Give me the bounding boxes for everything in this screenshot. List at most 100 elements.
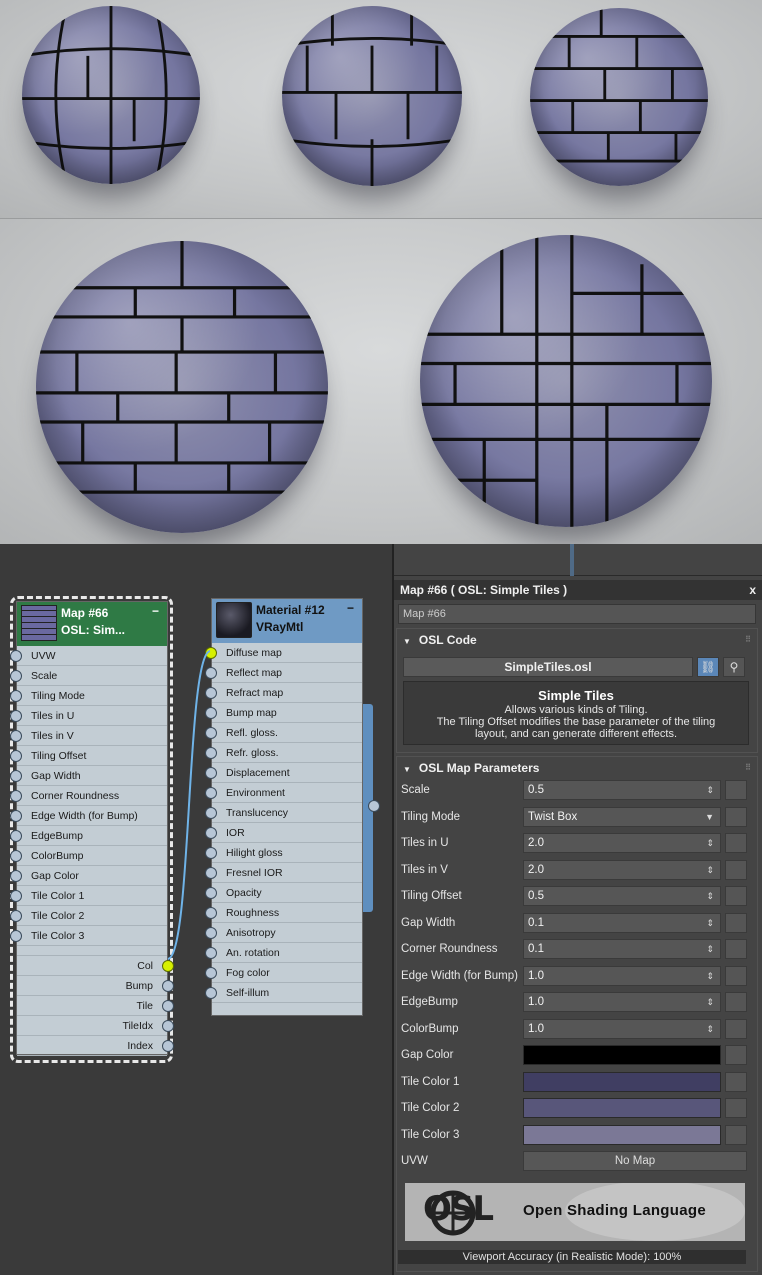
material-input-self-illum-pin[interactable]: [205, 987, 217, 999]
param-map-button-gap-width[interactable]: [725, 912, 747, 933]
map-input-uvw-pin[interactable]: [10, 650, 22, 662]
map-output-tile-pin[interactable]: [162, 1000, 174, 1012]
spinner-arrows-icon[interactable]: ⇕: [706, 887, 714, 905]
material-input-roughness[interactable]: Roughness: [205, 903, 362, 923]
param-map-button-corner-roundness[interactable]: [725, 939, 747, 959]
map-input-gap-width[interactable]: Gap Width: [10, 766, 167, 786]
map-input-tile-color-3[interactable]: Tile Color 3: [10, 926, 167, 946]
map-input-tiling-offset-pin[interactable]: [10, 750, 22, 762]
node-map-66[interactable]: Map #66 OSL: Sim... − UVW Scale Tiling Mod…: [10, 601, 174, 1056]
node-material-header[interactable]: Material #12 VRayMtl −: [212, 599, 362, 643]
close-icon[interactable]: x: [749, 580, 756, 600]
map-input-edgebump-pin[interactable]: [10, 830, 22, 842]
param-corner-roundness-spinner[interactable]: 0.1 ⇕: [523, 939, 721, 959]
material-input-refl-gloss[interactable]: Refl. gloss.: [205, 723, 362, 743]
param-tiles-in-u-spinner[interactable]: 2.0 ⇕: [523, 833, 721, 853]
material-input-self-illum[interactable]: Self-illum: [205, 983, 362, 1003]
osl-file-button[interactable]: SimpleTiles.osl: [403, 657, 693, 677]
map-output-bump[interactable]: Bump: [17, 976, 174, 996]
map-output-tileidx[interactable]: TileIdx: [17, 1016, 174, 1036]
param-map-button-tiles-in-v[interactable]: [725, 859, 747, 880]
param-map-button-tile-color-3[interactable]: [725, 1124, 747, 1145]
param-map-button-edge-width-for-bump[interactable]: [725, 965, 747, 986]
param-gap-width-spinner[interactable]: 0.1 ⇕: [523, 912, 721, 933]
rollout-params-header[interactable]: ▼ OSL Map Parameters ⠿: [397, 757, 757, 779]
param-map-button-edgebump[interactable]: [725, 992, 747, 1012]
spinner-arrows-icon[interactable]: ⇕: [706, 861, 714, 879]
map-input-tiles-in-v-pin[interactable]: [10, 730, 22, 742]
map-output-col[interactable]: Col: [17, 956, 174, 976]
color-swatch-tile-color-3[interactable]: [523, 1124, 721, 1145]
param-tiling-offset-spinner[interactable]: 0.5 ⇕: [523, 886, 721, 906]
material-input-refr-gloss-pin[interactable]: [205, 747, 217, 759]
material-input-displacement[interactable]: Displacement: [205, 763, 362, 783]
map-input-gap-width-pin[interactable]: [10, 770, 22, 782]
material-input-reflect-map[interactable]: Reflect map: [205, 663, 362, 683]
material-input-environment-pin[interactable]: [205, 787, 217, 799]
material-input-refl-gloss-pin[interactable]: [205, 727, 217, 739]
material-input-refract-map-pin[interactable]: [205, 687, 217, 699]
material-input-refract-map[interactable]: Refract map: [205, 683, 362, 703]
map-output-col-pin[interactable]: [162, 960, 174, 972]
map-input-tiling-offset[interactable]: Tiling Offset: [10, 746, 167, 766]
param-tiling-mode-dropdown[interactable]: Twist Box ▼: [523, 806, 721, 827]
material-input-hilight-gloss[interactable]: Hilight gloss: [205, 843, 362, 863]
map-input-colorbump-pin[interactable]: [10, 850, 22, 862]
map-output-tileidx-pin[interactable]: [162, 1020, 174, 1032]
map-input-edge-width-for-bump[interactable]: Edge Width (for Bump): [10, 806, 167, 826]
material-input-bump-map-pin[interactable]: [205, 707, 217, 719]
material-input-an-rotation-pin[interactable]: [205, 947, 217, 959]
map-output-bump-pin[interactable]: [162, 980, 174, 992]
spinner-arrows-icon[interactable]: ⇕: [706, 993, 714, 1011]
map-input-tiling-mode-pin[interactable]: [10, 690, 22, 702]
color-swatch-gap-color[interactable]: [523, 1045, 721, 1065]
map-input-corner-roundness[interactable]: Corner Roundness: [10, 786, 167, 806]
map-input-tiles-in-v[interactable]: Tiles in V: [10, 726, 167, 746]
map-input-gap-color-pin[interactable]: [10, 870, 22, 882]
param-map-button-tiles-in-u[interactable]: [725, 833, 747, 853]
material-input-ior[interactable]: IOR: [205, 823, 362, 843]
material-input-translucency[interactable]: Translucency: [205, 803, 362, 823]
param-map-button-tile-color-2[interactable]: [725, 1098, 747, 1118]
spinner-arrows-icon[interactable]: ⇕: [706, 834, 714, 852]
node-material-12[interactable]: Material #12 VRayMtl − Diffuse map Reflec…: [205, 598, 363, 1016]
param-map-button-colorbump[interactable]: [725, 1018, 747, 1039]
search-icon[interactable]: ⚲: [723, 657, 745, 677]
param-edge-width-for-bump-spinner[interactable]: 1.0 ⇕: [523, 965, 721, 986]
material-output-pin[interactable]: [368, 800, 380, 812]
node-map-header[interactable]: Map #66 OSL: Sim... −: [17, 602, 167, 646]
material-input-an-rotation[interactable]: An. rotation: [205, 943, 362, 963]
map-input-tile-color-3-pin[interactable]: [10, 930, 22, 942]
map-input-edge-width-for-bump-pin[interactable]: [10, 810, 22, 822]
param-map-button-tiling-mode[interactable]: [725, 806, 747, 827]
map-input-gap-color[interactable]: Gap Color: [10, 866, 167, 886]
uvw-map-button[interactable]: No Map: [523, 1151, 747, 1171]
material-input-diffuse-map[interactable]: Diffuse map: [205, 643, 362, 663]
splitter-handle[interactable]: [570, 544, 574, 576]
map-input-corner-roundness-pin[interactable]: [10, 790, 22, 802]
map-input-scale-pin[interactable]: [10, 670, 22, 682]
map-output-index-pin[interactable]: [162, 1040, 174, 1052]
param-edgebump-spinner[interactable]: 1.0 ⇕: [523, 992, 721, 1012]
spinner-arrows-icon[interactable]: ⇕: [706, 940, 714, 958]
map-input-tile-color-2-pin[interactable]: [10, 910, 22, 922]
material-input-anisotropy-pin[interactable]: [205, 927, 217, 939]
param-scale-spinner[interactable]: 0.5 ⇕: [523, 780, 721, 800]
material-input-diffuse-map-pin[interactable]: [205, 647, 217, 659]
minimize-icon[interactable]: −: [347, 601, 354, 615]
map-input-edgebump[interactable]: EdgeBump: [10, 826, 167, 846]
map-input-colorbump[interactable]: ColorBump: [10, 846, 167, 866]
material-input-opacity-pin[interactable]: [205, 887, 217, 899]
param-map-button-tiling-offset[interactable]: [725, 886, 747, 906]
spinner-arrows-icon[interactable]: ⇕: [706, 781, 714, 799]
param-map-button-tile-color-1[interactable]: [725, 1071, 747, 1092]
dropdown-arrow-icon[interactable]: ▼: [705, 808, 714, 826]
material-input-ior-pin[interactable]: [205, 827, 217, 839]
color-swatch-tile-color-2[interactable]: [523, 1098, 721, 1118]
map-input-tiling-mode[interactable]: Tiling Mode: [10, 686, 167, 706]
spinner-arrows-icon[interactable]: ⇕: [706, 1020, 714, 1038]
rollout-osl-code-header[interactable]: ▼ OSL Code ⠿: [397, 629, 757, 651]
param-map-button-scale[interactable]: [725, 780, 747, 800]
material-input-bump-map[interactable]: Bump map: [205, 703, 362, 723]
material-input-fresnel-ior[interactable]: Fresnel IOR: [205, 863, 362, 883]
